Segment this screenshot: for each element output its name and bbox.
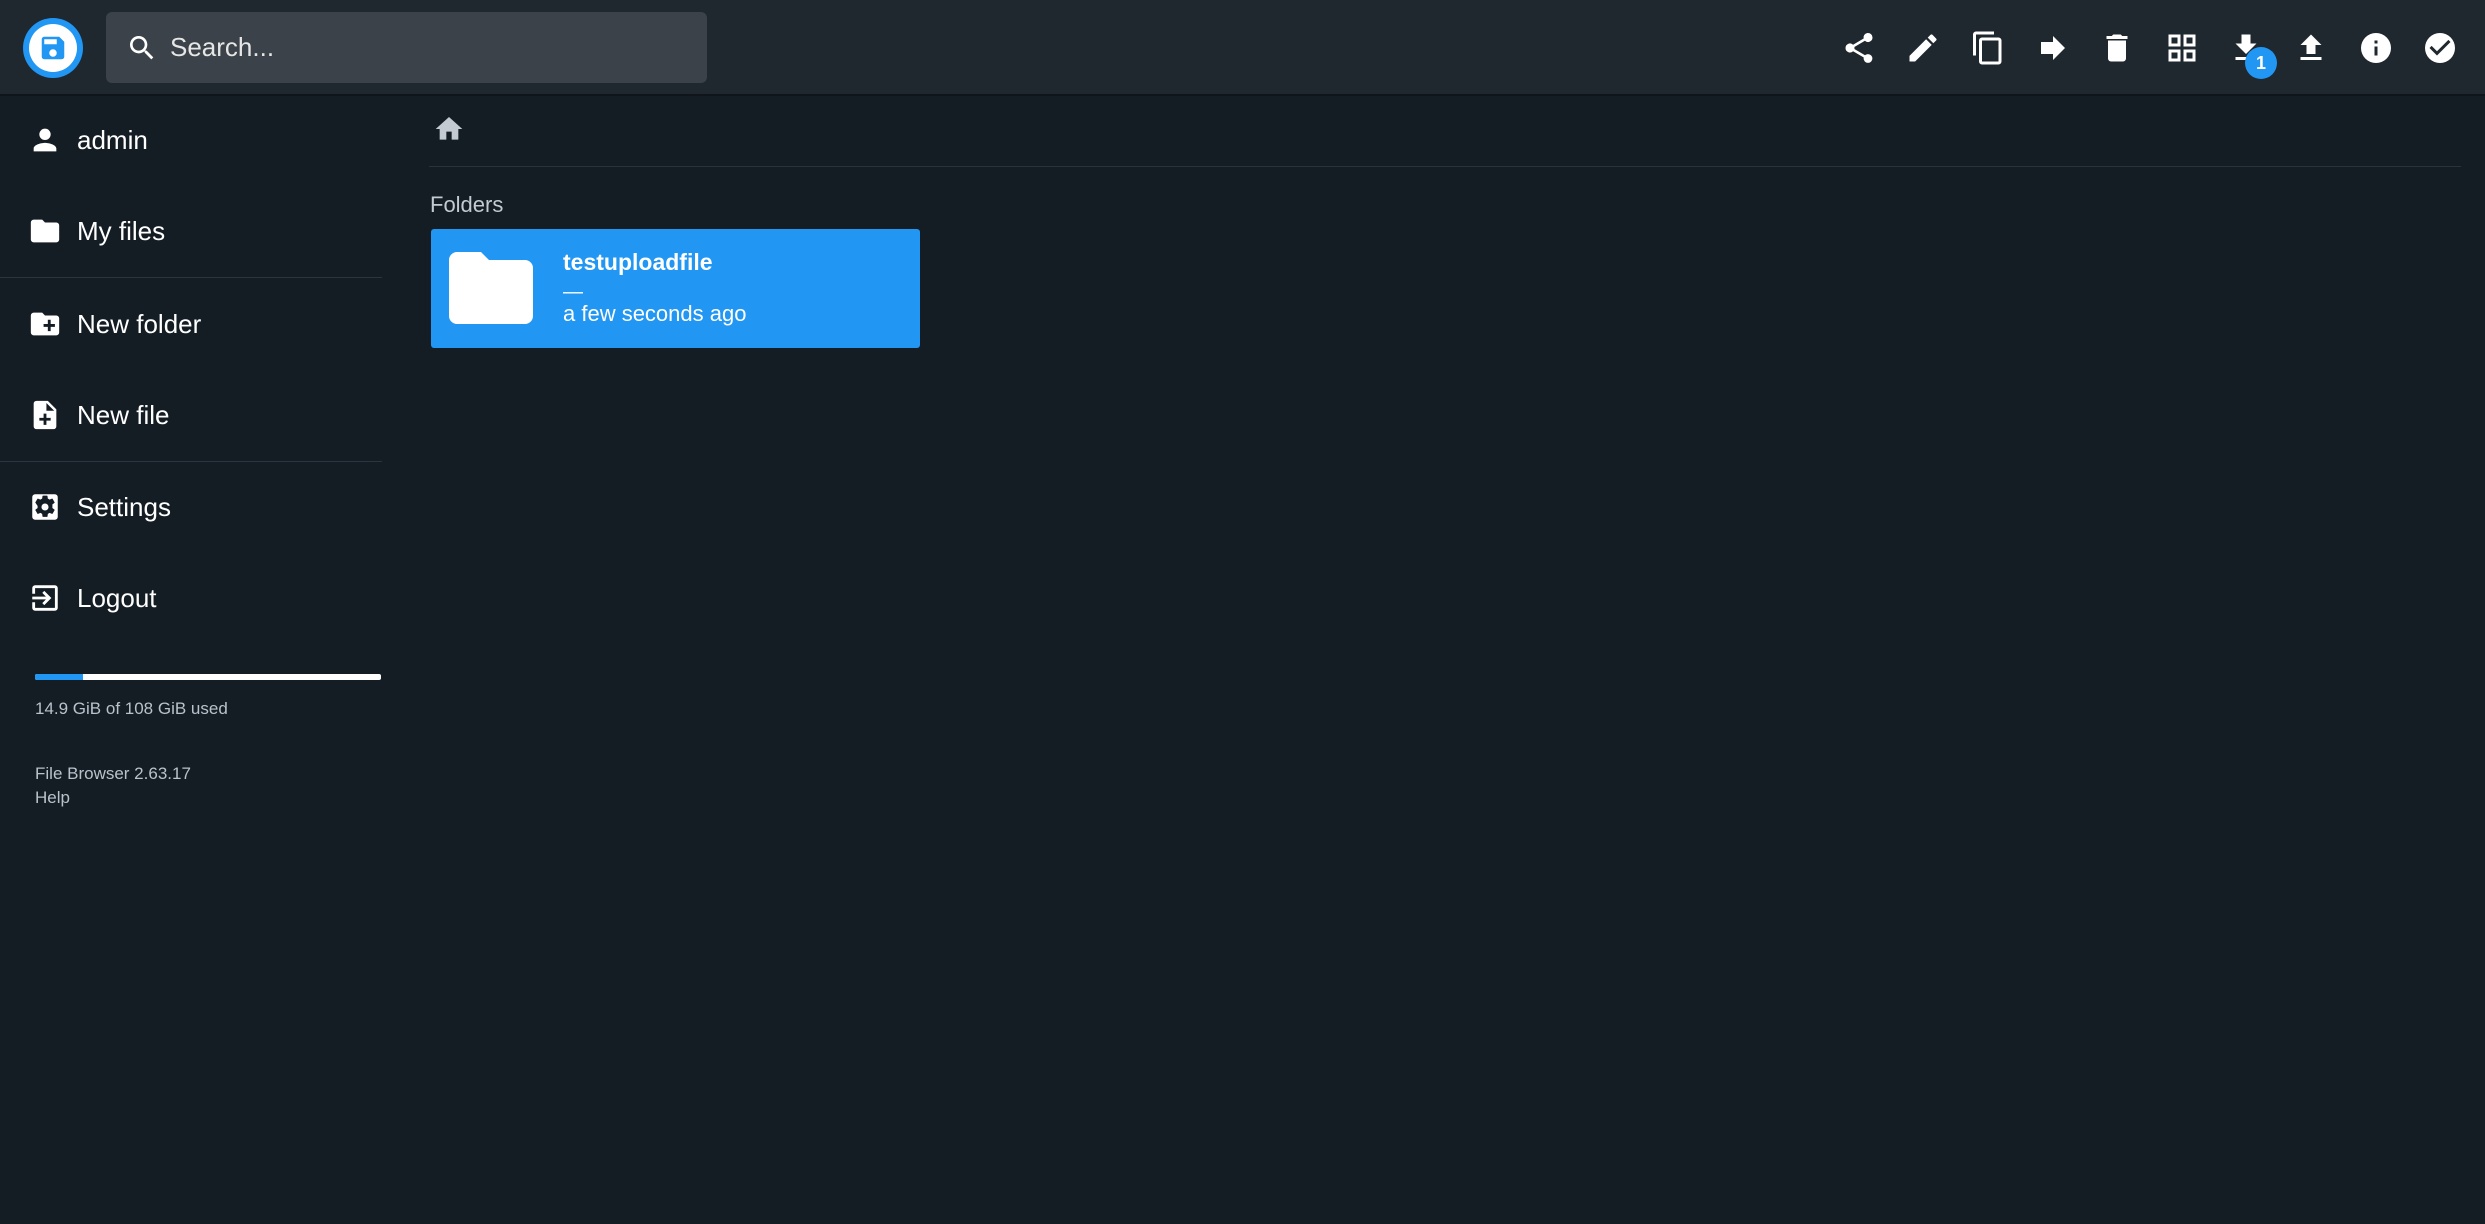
copy-icon bbox=[1973, 31, 2002, 65]
logout-icon bbox=[32, 585, 58, 611]
create-folder-icon bbox=[30, 312, 60, 336]
person-icon bbox=[33, 128, 57, 152]
share-button[interactable] bbox=[1839, 28, 1879, 68]
sidebar-item-settings[interactable]: Settings bbox=[0, 467, 382, 547]
select-multiple-button[interactable] bbox=[2420, 28, 2460, 68]
sidebar-item-logout[interactable]: Logout bbox=[0, 558, 382, 638]
sidebar-divider bbox=[0, 461, 382, 462]
arrow-right-icon bbox=[2041, 36, 2065, 60]
sidebar-item-label: Logout bbox=[77, 582, 157, 613]
copy-button[interactable] bbox=[1968, 28, 2008, 68]
search-icon bbox=[130, 36, 154, 60]
folder-item[interactable]: testuploadfile — a few seconds ago bbox=[431, 229, 920, 348]
floppy-disk-icon bbox=[29, 24, 77, 72]
trash-icon bbox=[2106, 34, 2128, 62]
folders-section-title: Folders bbox=[430, 192, 504, 217]
sidebar-item-new-folder[interactable]: New folder bbox=[0, 284, 382, 364]
sidebar-item-label: My files bbox=[77, 215, 166, 246]
breadcrumb-home[interactable] bbox=[433, 113, 465, 145]
app-version: File Browser 2.63.17 bbox=[35, 764, 191, 783]
storage-usage-text: 14.9 GiB of 108 GiB used bbox=[35, 699, 228, 718]
delete-button[interactable] bbox=[2097, 28, 2137, 68]
search-input[interactable] bbox=[170, 12, 690, 83]
upload-button[interactable] bbox=[2291, 28, 2331, 68]
breadcrumb-divider bbox=[429, 166, 2461, 167]
top-bar: 1 bbox=[0, 0, 2485, 96]
sidebar-divider bbox=[0, 277, 382, 278]
sidebar-item-label: admin bbox=[77, 124, 148, 155]
home-icon bbox=[435, 117, 463, 140]
rename-button[interactable] bbox=[1903, 28, 1943, 68]
share-icon bbox=[1845, 32, 1873, 63]
sidebar: admin My files New folder New file Setti… bbox=[0, 96, 384, 1224]
folder-icon bbox=[30, 219, 60, 243]
sidebar-item-label: New file bbox=[77, 399, 170, 430]
search-box[interactable] bbox=[106, 12, 707, 83]
download-count-badge: 1 bbox=[2245, 47, 2277, 79]
folder-modified: a few seconds ago bbox=[563, 301, 747, 326]
help-link[interactable]: Help bbox=[35, 788, 70, 808]
info-icon bbox=[2361, 33, 2391, 63]
create-file-icon bbox=[33, 400, 57, 430]
storage-usage-fill bbox=[35, 674, 83, 680]
upload-icon bbox=[2300, 34, 2322, 60]
sidebar-item-label: New folder bbox=[77, 308, 202, 339]
move-button[interactable] bbox=[2033, 28, 2073, 68]
sidebar-item-user[interactable]: admin bbox=[0, 100, 382, 180]
sidebar-item-label: Settings bbox=[77, 491, 171, 522]
view-mode-button[interactable] bbox=[2162, 28, 2202, 68]
sidebar-item-my-files[interactable]: My files bbox=[0, 191, 382, 271]
app-logo[interactable] bbox=[23, 18, 83, 78]
pencil-icon bbox=[1909, 34, 1937, 62]
storage-usage-bar bbox=[35, 674, 381, 680]
folder-icon bbox=[449, 252, 533, 324]
settings-icon bbox=[32, 494, 58, 520]
info-button[interactable] bbox=[2356, 28, 2396, 68]
folder-name: testuploadfile bbox=[563, 249, 713, 275]
sidebar-item-new-file[interactable]: New file bbox=[0, 375, 382, 455]
check-circle-icon bbox=[2425, 33, 2455, 63]
grid-view-icon bbox=[2168, 34, 2196, 62]
